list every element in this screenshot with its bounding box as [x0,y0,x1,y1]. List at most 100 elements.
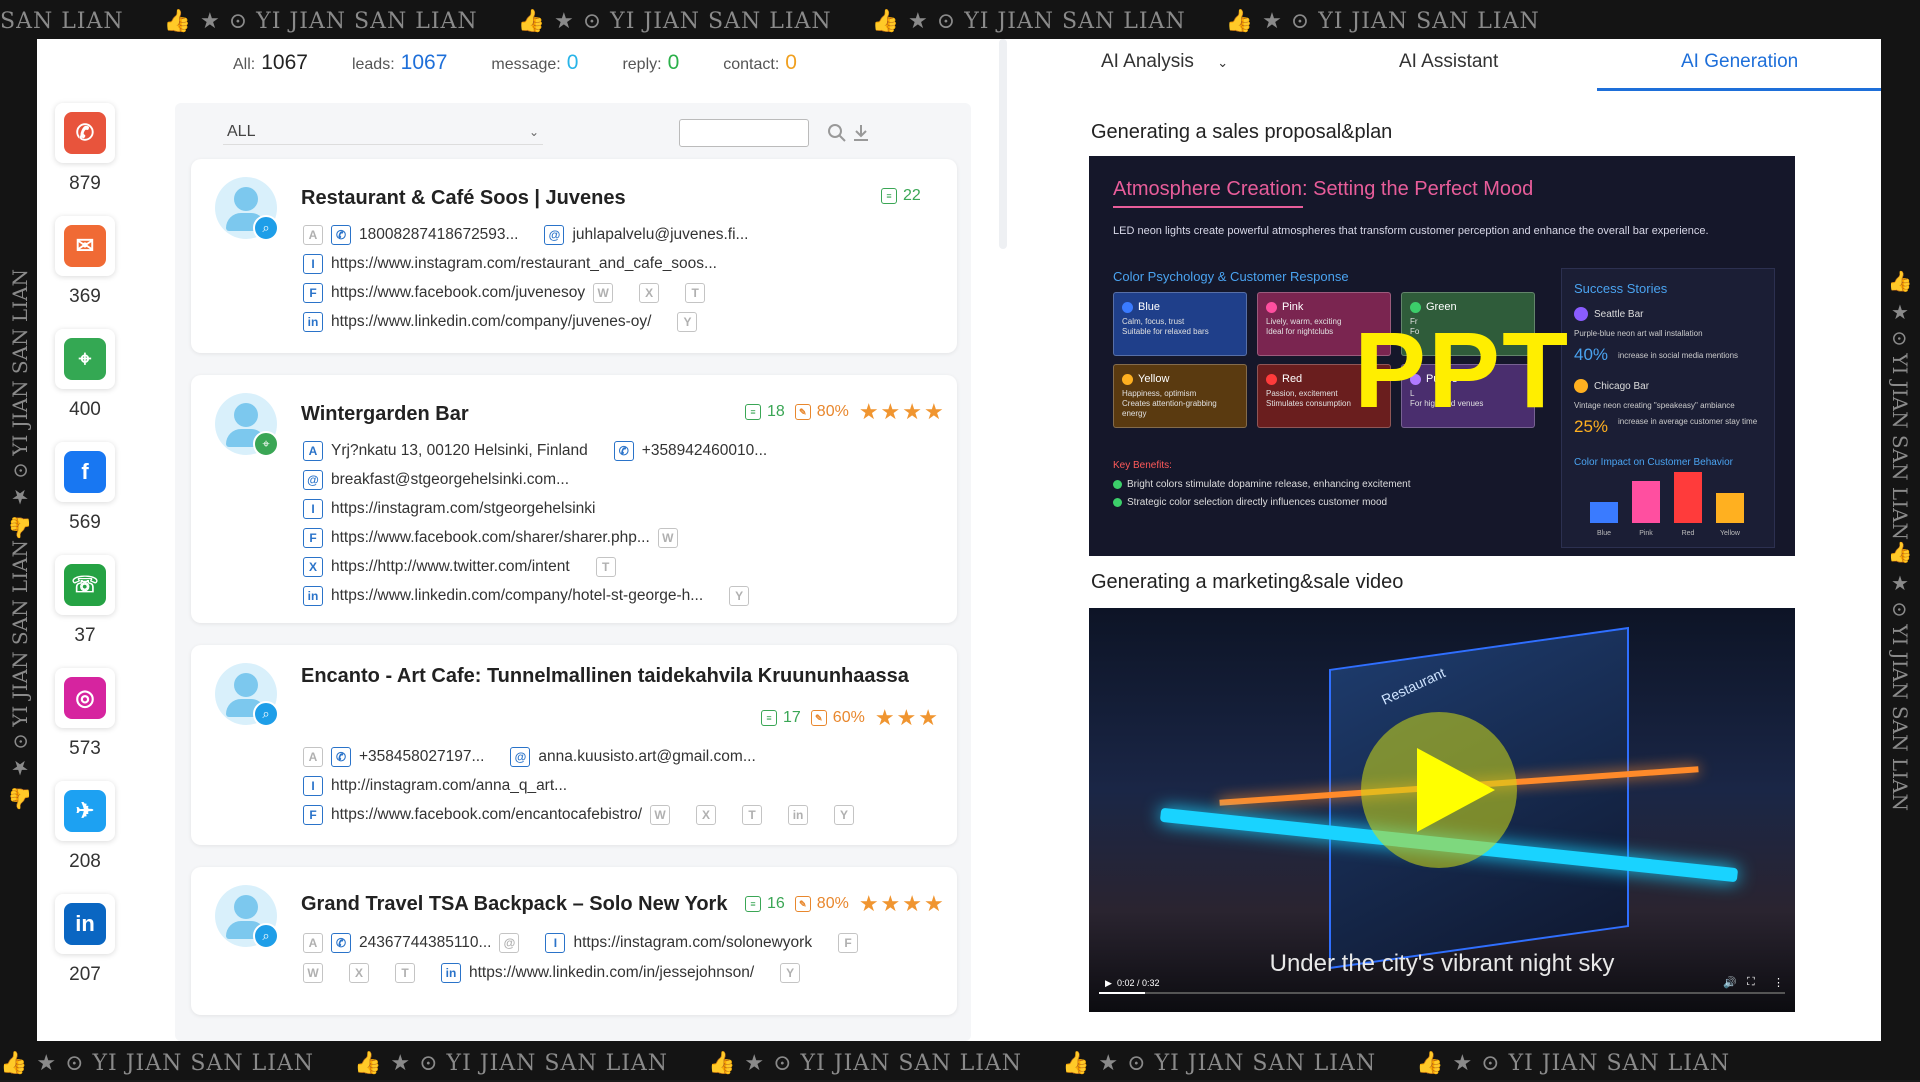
email-icon[interactable]: ✉ [55,216,115,276]
scrollbar[interactable] [999,39,1007,249]
social-item-phone[interactable]: ✆ 879 [53,103,117,195]
phone-icon[interactable]: ✆ [613,441,634,461]
phone-icon[interactable]: ✆ [331,747,351,767]
avatar: ⌕ [215,885,279,949]
video-time-text: 0:02 / 0:32 [1116,978,1160,988]
stat-reply[interactable]: reply: 0 [622,51,679,75]
stat-leads[interactable]: leads: 1067 [352,51,447,75]
play-icon[interactable] [1417,748,1495,832]
lead-phone[interactable]: +358942460010... [642,442,767,460]
lead-title[interactable]: Encanto - Art Cafe: Tunnelmallinen taide… [301,665,909,688]
video-progress-track[interactable] [1099,992,1785,994]
lead-card[interactable]: ⌕ Encanto - Art Cafe: Tunnelmallinen tai… [191,645,957,845]
x-icon: X [696,805,717,825]
stat-message[interactable]: message: 0 [491,51,578,75]
facebook-icon[interactable]: F [303,283,323,303]
lead-card[interactable]: ⌕ Restaurant & Café Soos | Juvenes ≡ 22 A… [191,159,957,353]
instagram-icon[interactable]: I [545,933,566,953]
maps-icon[interactable]: ⌖ [55,329,115,389]
story-desc: increase in average customer stay time [1618,417,1758,426]
phone-icon[interactable]: ✆ [55,103,115,163]
watermark-text: 👍 ★ ⊙ YI JIAN SAN LIAN [1888,268,1912,540]
facebook-icon[interactable]: F [303,528,323,548]
tab-ai-generation[interactable]: AI Generation [1681,51,1798,73]
social-item-twitter[interactable]: ✈ 208 [53,781,117,873]
color-name: Red [1282,373,1303,385]
email-icon[interactable]: @ [544,225,565,245]
social-item-linkedin[interactable]: in 207 [53,894,117,986]
lead-title[interactable]: Grand Travel TSA Backpack – Solo New Yor… [301,893,727,916]
lead-instagram[interactable]: https://instagram.com/stgeorgehelsinki [331,500,595,518]
lead-twitter[interactable]: https://http://www.twitter.com/intent [331,558,570,576]
lead-phone[interactable]: +358458027197... [359,748,484,766]
twitter-icon: T [685,283,706,303]
linkedin-icon[interactable]: in [441,963,461,983]
lead-instagram[interactable]: https://www.instagram.com/restaurant_and… [331,255,717,273]
lead-email[interactable]: breakfast@stgeorgehelsinki.com... [331,471,569,489]
linkedin-icon[interactable]: in [55,894,115,954]
check-icon [1113,498,1122,507]
search-icon[interactable] [825,121,849,145]
lead-instagram[interactable]: http://instagram.com/anna_q_art... [331,777,567,795]
note-count: 16 [767,895,785,912]
linkedin-icon[interactable]: in [303,586,323,606]
lead-title[interactable]: Restaurant & Café Soos | Juvenes [301,187,626,210]
instagram-icon[interactable]: I [303,499,323,519]
social-item-facebook[interactable]: f 569 [53,442,117,534]
lead-card[interactable]: ⌖ Wintergarden Bar ≡ 18 ✎ 80% ★★★★ A Yrj?nkat… [191,375,957,623]
lead-facebook[interactable]: https://www.facebook.com/encantocafebist… [331,806,642,824]
lead-facebook[interactable]: https://www.facebook.com/juvenesoy [331,284,585,302]
lead-facebook[interactable]: https://www.facebook.com/sharer/sharer.p… [331,529,650,547]
twitter-glyph: ✈ [64,790,106,832]
tab-ai-assistant[interactable]: AI Assistant [1399,51,1498,73]
stat-contact[interactable]: contact: 0 [723,51,797,75]
instagram-icon[interactable]: ◎ [55,668,115,728]
tab-ai-analysis[interactable]: AI Analysis ⌄ [1101,51,1228,73]
lead-email[interactable]: anna.kuusisto.art@gmail.com... [538,748,755,766]
social-item-instagram[interactable]: ◎ 573 [53,668,117,760]
social-item-maps[interactable]: ⌖ 400 [53,329,117,421]
social-count: 37 [74,625,96,646]
watermark-right: 👍 ★ ⊙ YI JIAN SAN LIAN 👍 ★ ⊙ YI JIAN SAN… [1882,40,1918,1040]
instagram-icon[interactable]: I [303,776,323,796]
lead-phone[interactable]: 18008287418672593... [359,226,518,244]
phone-icon[interactable]: ✆ [331,225,351,245]
lead-instagram[interactable]: https://instagram.com/solonewyork [573,934,812,952]
watermark-text: 👍 ★ ⊙ YI JIAN SAN LIAN [163,8,478,34]
lead-card[interactable]: ⌕ Grand Travel TSA Backpack – Solo New Y… [191,867,957,1015]
x-icon[interactable]: X [303,557,323,577]
video-player[interactable]: Restaurant Under the city's vibrant nigh… [1089,608,1795,1012]
more-icon[interactable]: ⋮ [1773,976,1784,989]
color-dot [1122,301,1133,313]
email-icon[interactable]: @ [303,470,323,490]
watermark-text: 👍 ★ ⊙ YI JIAN SAN LIAN [1225,8,1540,34]
facebook-icon[interactable]: F [303,805,323,825]
watermark-bottom: 👍 ★ ⊙ YI JIAN SAN LIAN 👍 ★ ⊙ YI JIAN SAN… [0,1044,1920,1082]
stat-all[interactable]: All: 1067 [233,51,308,75]
lead-linkedin[interactable]: https://www.linkedin.com/in/jessejohnson… [469,964,754,982]
notes-icon: ≡ [745,896,761,912]
slide-title: Atmosphere Creation: Setting the Perfect… [1113,178,1534,200]
twitter-icon[interactable]: ✈ [55,781,115,841]
social-item-email[interactable]: ✉ 369 [53,216,117,308]
ppt-preview[interactable]: Atmosphere Creation: Setting the Perfect… [1089,156,1795,556]
social-item-whatsapp[interactable]: ☏ 37 [53,555,117,647]
fullscreen-icon[interactable]: ⛶ [1747,976,1755,989]
lead-row: in https://www.linkedin.com/company/hotel… [303,586,750,606]
lead-linkedin[interactable]: https://www.linkedin.com/company/hotel-s… [331,587,703,605]
check-icon [1113,480,1122,489]
lead-title[interactable]: Wintergarden Bar [301,403,469,426]
volume-icon[interactable]: 🔊 [1723,976,1737,989]
download-icon[interactable] [849,121,873,145]
instagram-icon[interactable]: I [303,254,323,274]
whatsapp-icon[interactable]: ☏ [55,555,115,615]
filter-select[interactable]: ALL ⌄ [223,119,543,145]
phone-icon[interactable]: ✆ [331,933,351,953]
facebook-icon[interactable]: f [55,442,115,502]
linkedin-icon[interactable]: in [303,312,323,332]
lead-linkedin[interactable]: https://www.linkedin.com/company/juvenes… [331,313,651,331]
email-icon[interactable]: @ [510,747,531,767]
lead-email[interactable]: juhlapalvelu@juvenes.fi... [572,226,748,244]
search-input[interactable] [679,119,809,147]
lead-phone[interactable]: 24367744385110... [359,934,491,952]
